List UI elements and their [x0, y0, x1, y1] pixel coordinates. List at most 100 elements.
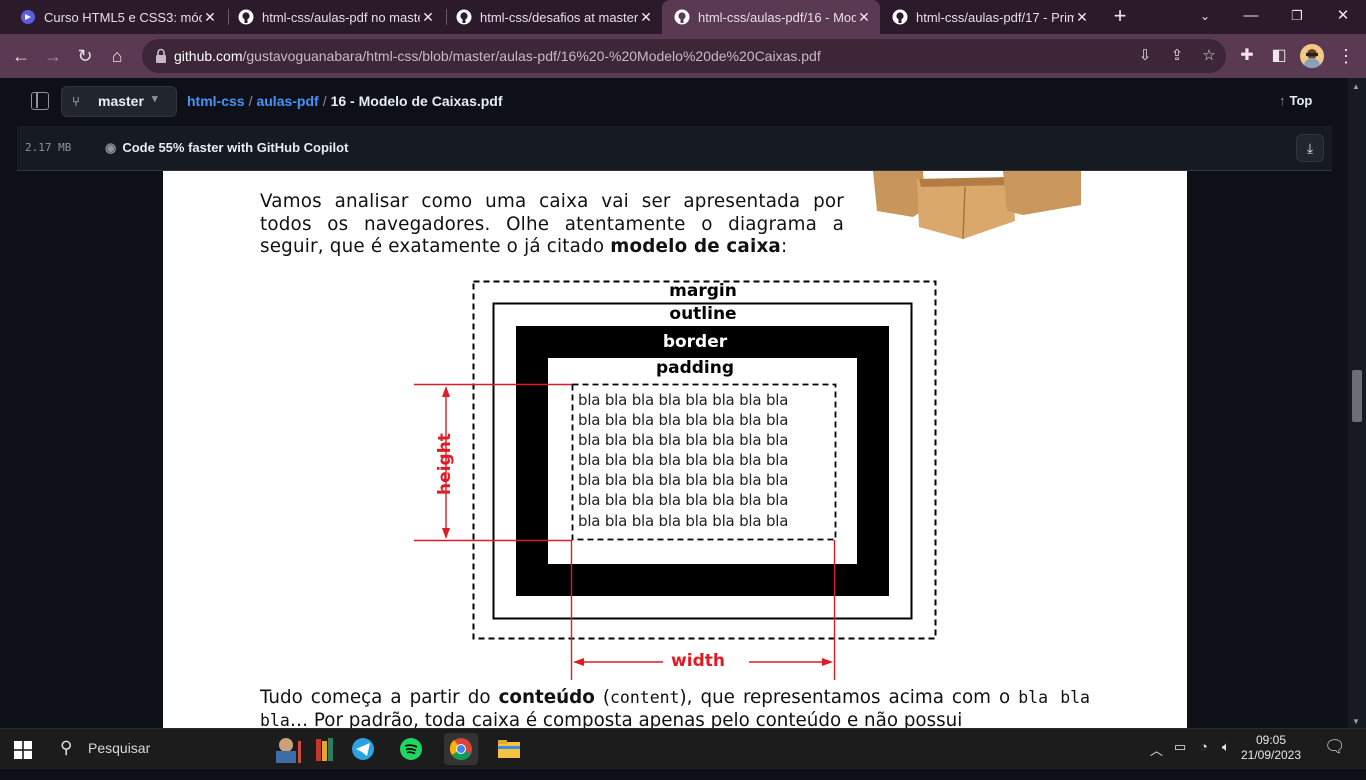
back-button[interactable]: ←	[6, 41, 36, 71]
cardboard-boxes-image	[873, 171, 1081, 239]
windows-taskbar: ⚲ Pesquisar ︿ ▭ ◔ 🔈︎ 09:05 21/09/2023 🗨︎	[0, 728, 1366, 769]
windows-start-icon[interactable]	[14, 741, 32, 759]
clock-time: 09:05	[1255, 733, 1287, 747]
breadcrumb-separator: /	[248, 93, 253, 109]
file-explorer-icon[interactable]	[492, 733, 526, 765]
tab-aula-17[interactable]: html-css/aulas-pdf/17 - Prim ✕	[880, 0, 1098, 34]
url-text: github.com/gustavoguanabara/html-css/blo…	[174, 48, 821, 64]
spotify-icon[interactable]	[394, 733, 428, 765]
github-icon	[456, 9, 472, 25]
copilot-promo-link[interactable]: ◉ Code 55% faster with GitHub Copilot	[105, 140, 348, 156]
tab-title: html-css/desafios at master	[480, 9, 638, 25]
chrome-icon[interactable]	[444, 733, 478, 765]
wifi-icon[interactable]: ◔	[1200, 739, 1208, 779]
top-label: Top	[1289, 93, 1313, 108]
share-icon[interactable]: ⇪	[1168, 47, 1186, 65]
scrollbar-thumb[interactable]	[1352, 370, 1362, 422]
git-branch-icon: ⑂	[72, 94, 80, 109]
github-icon	[674, 9, 690, 25]
reload-button[interactable]: ↻	[70, 41, 100, 71]
page-scrollbar[interactable]: ▲ ▼	[1348, 78, 1366, 728]
tab-title: html-css/aulas-pdf/16 - Mod	[698, 9, 856, 25]
file-size: 2.17 MB	[25, 141, 72, 154]
cursoemvideo-icon	[21, 10, 35, 24]
clock-date: 21/09/2023	[1240, 748, 1302, 762]
battery-icon[interactable]: ▭	[1174, 739, 1186, 779]
branch-label: master	[98, 93, 144, 109]
search-highlight-icon[interactable]	[268, 733, 302, 765]
avatar-image	[1300, 44, 1324, 68]
lock-icon	[156, 48, 166, 63]
tab-title: Curso HTML5 e CSS3: módulo	[44, 9, 202, 25]
top-link[interactable]: ↑ Top	[1279, 93, 1312, 108]
width-label: width	[671, 651, 725, 671]
close-icon[interactable]: ✕	[202, 9, 218, 26]
tab-title: html-css/aulas-pdf no master	[262, 9, 420, 25]
breadcrumb-file-name: 16 - Modelo de Caixas.pdf	[330, 93, 503, 109]
copilot-text: Code 55% faster with GitHub Copilot	[122, 140, 349, 155]
github-icon	[892, 9, 908, 25]
forward-button[interactable]: →	[38, 41, 68, 71]
breadcrumb-separator: /	[322, 93, 327, 109]
profile-avatar[interactable]	[1300, 44, 1324, 68]
close-icon[interactable]: ✕	[420, 9, 436, 26]
close-window-button[interactable]: ✕	[1320, 0, 1366, 34]
scroll-down-icon[interactable]: ▼	[1352, 717, 1360, 726]
content-filler-text: bla bla bla bla bla bla bla bla bla bla …	[578, 391, 789, 530]
code-term: content	[609, 688, 680, 707]
address-bar[interactable]: github.com/gustavoguanabara/html-css/blo…	[142, 39, 1226, 73]
explanation-paragraph: Tudo começa a partir do conteúdo (conten…	[260, 687, 1090, 728]
bookmark-star-icon[interactable]: ☆	[1200, 47, 1218, 65]
pdf-page: Vamos analisar como uma caixa vai ser ap…	[163, 171, 1187, 728]
margin-label: margin	[669, 281, 737, 301]
telegram-icon[interactable]	[346, 733, 380, 765]
tab-strip: Curso HTML5 e CSS3: módulo ✕ html-css/au…	[0, 0, 1366, 34]
github-icon	[238, 9, 254, 25]
caret-down-icon: ▾	[152, 93, 158, 105]
breadcrumb: html-css / aulas-pdf/16 - Modelo de Caixas…	[187, 93, 503, 109]
tab-modelo-caixas[interactable]: html-css/aulas-pdf/16 - Mod ✕	[662, 0, 880, 34]
file-info-bar: 2.17 MB ◉ Code 55% faster with GitHub Cop…	[17, 126, 1332, 171]
file-header: ⑂ master ▾ html-css / aulas-pdf/16 - Model…	[17, 78, 1332, 127]
border-label: border	[662, 332, 728, 352]
restore-button[interactable]: ❐	[1274, 0, 1320, 34]
breadcrumb-folder-link[interactable]: aulas-pdf	[256, 93, 318, 109]
taskbar-search-box[interactable]: ⚲ Pesquisar	[48, 729, 268, 769]
notifications-icon[interactable]: 🗨︎	[1324, 737, 1346, 777]
new-tab-button[interactable]: +	[1108, 4, 1132, 28]
browser-menu-icon[interactable]: ⋮	[1336, 44, 1356, 68]
books-icon[interactable]	[310, 733, 344, 765]
branch-selector-button[interactable]: ⑂ master ▾	[61, 86, 177, 117]
close-icon[interactable]: ✕	[638, 9, 654, 26]
browser-toolbar: ← → ↻ ⌂ github.com/gustavoguanabara/html…	[0, 34, 1366, 78]
search-icon: ⚲	[60, 738, 73, 757]
download-icon: ⤓	[1306, 140, 1314, 156]
download-raw-button[interactable]: ⤓	[1296, 134, 1324, 162]
search-placeholder: Pesquisar	[88, 740, 151, 756]
close-icon[interactable]: ✕	[1074, 9, 1090, 26]
copilot-icon: ◉	[105, 140, 117, 155]
scroll-up-icon[interactable]: ▲	[1352, 82, 1360, 91]
home-button[interactable]: ⌂	[102, 41, 132, 71]
tab-desafios[interactable]: html-css/desafios at master ✕	[444, 0, 662, 34]
side-panel-toggle-icon[interactable]	[31, 92, 49, 110]
show-hidden-icons[interactable]: ︿	[1150, 740, 1163, 780]
bold-term: modelo de caixa	[610, 236, 781, 257]
minimize-button[interactable]: —	[1228, 0, 1274, 34]
intro-paragraph: Vamos analisar como uma caixa vai ser ap…	[260, 191, 844, 257]
side-panel-icon[interactable]: ◧	[1268, 45, 1290, 67]
height-label: height	[435, 433, 455, 495]
tab-search-button[interactable]: ⌄	[1182, 0, 1228, 34]
tab-curso-html5[interactable]: Curso HTML5 e CSS3: módulo ✕	[8, 0, 226, 34]
system-clock[interactable]: 09:05 21/09/2023	[1240, 733, 1302, 763]
close-icon[interactable]: ✕	[856, 9, 872, 26]
bold-term: conteúdo	[498, 687, 595, 708]
install-app-icon[interactable]: ⇩	[1136, 47, 1154, 65]
outline-label: outline	[669, 304, 737, 324]
volume-icon[interactable]: 🔈︎	[1222, 739, 1230, 779]
tab-title: html-css/aulas-pdf/17 - Prim	[916, 9, 1074, 25]
extensions-icon[interactable]: ✚	[1236, 45, 1258, 67]
arrow-up-icon: ↑	[1279, 93, 1286, 108]
breadcrumb-repo-link[interactable]: html-css	[187, 93, 245, 109]
tab-aulas-pdf[interactable]: html-css/aulas-pdf no master ✕	[226, 0, 444, 34]
